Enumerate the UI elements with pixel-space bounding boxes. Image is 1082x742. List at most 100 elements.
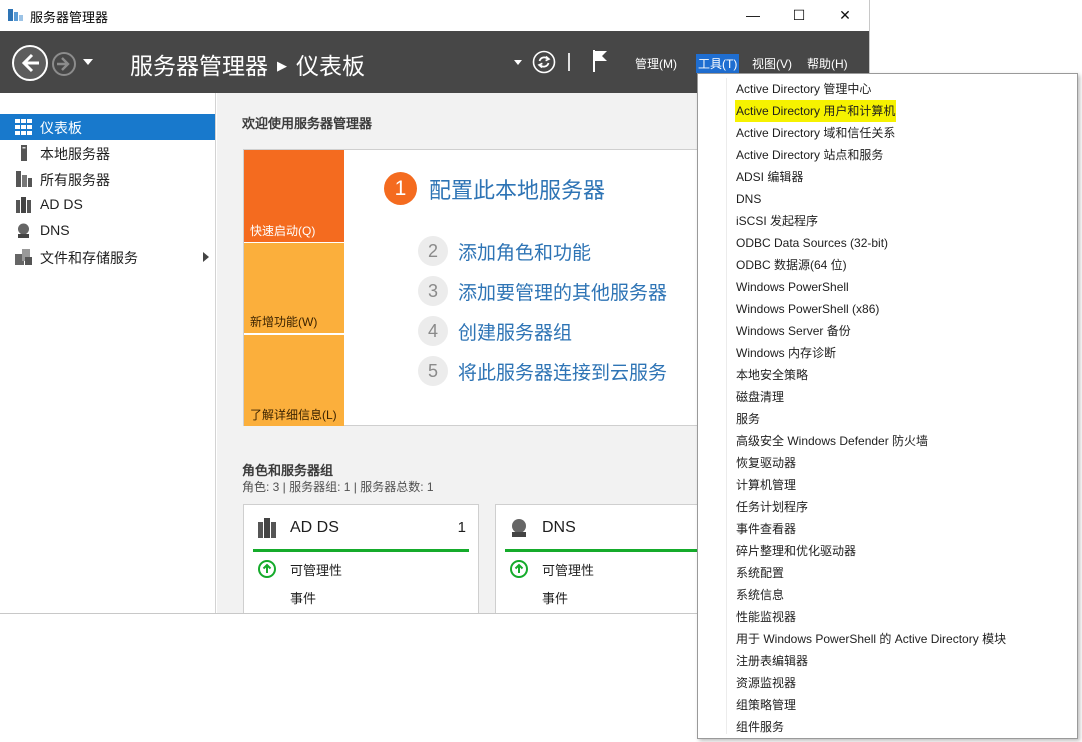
tools-menu-item[interactable]: 组件服务 (735, 716, 785, 738)
step-configure-local-server[interactable]: 1 配置此本地服务器 (384, 172, 605, 205)
status-ok-arrow-icon (258, 560, 276, 578)
step-add-servers[interactable]: 3 添加要管理的其他服务器 (418, 276, 667, 306)
forward-button[interactable] (52, 52, 76, 76)
tools-menu-item[interactable]: Active Directory 管理中心 (735, 78, 872, 100)
breadcrumb-separator-icon: ▶ (277, 57, 287, 73)
step-number: 2 (418, 236, 448, 266)
tools-menu-item[interactable]: 本地安全策略 (735, 364, 809, 386)
breadcrumb-current: 仪表板 (296, 53, 365, 79)
tools-menu-item[interactable]: 碎片整理和优化驱动器 (735, 540, 857, 562)
sidebar-item-label: 本地服务器 (40, 146, 110, 162)
ad-ds-icon (16, 197, 31, 213)
chevron-right-icon[interactable] (203, 252, 209, 262)
maximize-button[interactable]: ☐ (776, 0, 822, 31)
breadcrumb-root[interactable]: 服务器管理器 (130, 53, 268, 79)
step-create-server-group[interactable]: 4 创建服务器组 (418, 316, 572, 346)
menu-tools[interactable]: 工具(T) (696, 54, 740, 73)
tools-menu-item[interactable]: Windows Server 备份 (735, 320, 852, 342)
dns-icon (512, 519, 526, 537)
sidebar: 仪表板 本地服务器 所有服务器 AD DS DNS 文件和存储服务 (0, 93, 216, 613)
step-link[interactable]: 创建服务器组 (458, 318, 572, 345)
breadcrumb-dropdown-icon[interactable] (513, 59, 523, 67)
status-bar (253, 549, 469, 552)
step-link[interactable]: 添加角色和功能 (458, 238, 591, 265)
refresh-icon[interactable] (532, 50, 556, 74)
dns-icon (18, 223, 29, 238)
roles-heading: 角色和服务器组 (242, 463, 334, 478)
step-connect-cloud[interactable]: 5 将此服务器连接到云服务 (418, 356, 667, 386)
sidebar-item-label: 仪表板 (40, 120, 82, 136)
tools-menu-item[interactable]: 服务 (735, 408, 761, 430)
sidebar-item-label: 所有服务器 (40, 172, 110, 188)
sidebar-item-label: 文件和存储服务 (40, 250, 138, 266)
tools-menu-item[interactable]: 注册表编辑器 (735, 650, 809, 672)
step-link[interactable]: 配置此本地服务器 (429, 173, 605, 205)
history-dropdown-icon[interactable] (82, 56, 94, 68)
step-add-roles[interactable]: 2 添加角色和功能 (418, 236, 591, 266)
roles-summary: 角色: 3 | 服务器组: 1 | 服务器总数: 1 (242, 480, 434, 494)
breadcrumb: 服务器管理器 ▶ 仪表板 (130, 47, 365, 81)
sidebar-item-all-servers[interactable]: 所有服务器 (0, 166, 215, 192)
tile-whats-new[interactable]: 新增功能(W) (244, 243, 344, 333)
tools-menu-item[interactable]: 事件查看器 (735, 518, 797, 540)
tools-menu-item[interactable]: 系统信息 (735, 584, 785, 606)
tools-menu-item[interactable]: ADSI 编辑器 (735, 166, 804, 188)
tools-menu-item[interactable]: Active Directory 域和信任关系 (735, 122, 896, 144)
menu-help[interactable]: 帮助(H) (805, 54, 850, 73)
menu-manage[interactable]: 管理(M) (633, 54, 679, 73)
menu-gutter-divider (726, 78, 727, 734)
tools-menu-item[interactable]: DNS (735, 188, 762, 210)
tools-menu-item[interactable]: 任务计划程序 (735, 496, 809, 518)
dashboard-grid-icon (15, 119, 32, 135)
notifications-flag-icon[interactable] (590, 48, 610, 74)
tools-menu-item[interactable]: 高级安全 Windows Defender 防火墙 (735, 430, 929, 452)
title-bar: 服务器管理器 — ☐ ✕ (0, 0, 869, 31)
tools-menu-item[interactable]: iSCSI 发起程序 (735, 210, 819, 232)
back-button[interactable] (12, 45, 48, 81)
step-link[interactable]: 将此服务器连接到云服务 (458, 358, 667, 385)
tile-learn-more[interactable]: 了解详细信息(L) (244, 335, 344, 426)
role-card-dns[interactable]: DNS 可管理性 事件 (495, 504, 731, 613)
tools-dropdown-menu: Active Directory 管理中心 Active Directory 用户… (697, 73, 1078, 739)
tools-menu-item[interactable]: Active Directory 用户和计算机 (735, 100, 897, 122)
minimize-button[interactable]: — (730, 0, 776, 31)
ad-ds-icon (258, 518, 276, 538)
sidebar-item-dashboard[interactable]: 仪表板 (0, 114, 215, 140)
sidebar-item-ad-ds[interactable]: AD DS (0, 192, 215, 218)
tile-quick-start[interactable]: 快速启动(Q) (244, 150, 344, 242)
role-name: DNS (542, 519, 576, 536)
role-count: 1 (457, 519, 466, 536)
role-card-ad-ds[interactable]: AD DS 1 可管理性 事件 (243, 504, 479, 613)
window-title: 服务器管理器 (30, 10, 109, 25)
tools-menu-item[interactable]: 用于 Windows PowerShell 的 Active Directory… (735, 628, 1007, 650)
tools-menu-item[interactable]: 磁盘清理 (735, 386, 785, 408)
tools-menu-item[interactable]: ODBC 数据源(64 位) (735, 254, 848, 276)
tools-menu-item[interactable]: Windows PowerShell (735, 276, 850, 298)
tools-menu-item[interactable]: Active Directory 站点和服务 (735, 144, 884, 166)
tools-menu-item[interactable]: 恢复驱动器 (735, 452, 797, 474)
tools-menu-item[interactable]: Windows PowerShell (x86) (735, 298, 880, 320)
step-number: 5 (418, 356, 448, 386)
tools-menu-item[interactable]: 性能监视器 (735, 606, 797, 628)
events-link[interactable]: 事件 (542, 588, 568, 607)
sidebar-item-file-storage[interactable]: 文件和存储服务 (0, 244, 215, 270)
close-button[interactable]: ✕ (822, 0, 868, 31)
arrow-left-icon (21, 53, 39, 73)
tools-menu-item[interactable]: 资源监视器 (735, 672, 797, 694)
menu-view[interactable]: 视图(V) (750, 54, 794, 73)
events-link[interactable]: 事件 (290, 588, 316, 607)
tools-menu-item[interactable]: 系统配置 (735, 562, 785, 584)
tools-menu-item[interactable]: Windows 内存诊断 (735, 342, 837, 364)
step-link[interactable]: 添加要管理的其他服务器 (458, 278, 667, 305)
server-manager-app-icon (8, 9, 23, 21)
sidebar-item-dns[interactable]: DNS (0, 218, 215, 244)
status-bar (505, 549, 721, 552)
servers-icon (16, 171, 32, 187)
sidebar-item-local-server[interactable]: 本地服务器 (0, 140, 215, 166)
manageability-link[interactable]: 可管理性 (542, 560, 594, 579)
tools-menu-item[interactable]: ODBC Data Sources (32-bit) (735, 232, 889, 254)
tools-menu-item[interactable]: 组策略管理 (735, 694, 797, 716)
tools-menu-item[interactable]: 计算机管理 (735, 474, 797, 496)
status-ok-arrow-icon (510, 560, 528, 578)
manageability-link[interactable]: 可管理性 (290, 560, 342, 579)
